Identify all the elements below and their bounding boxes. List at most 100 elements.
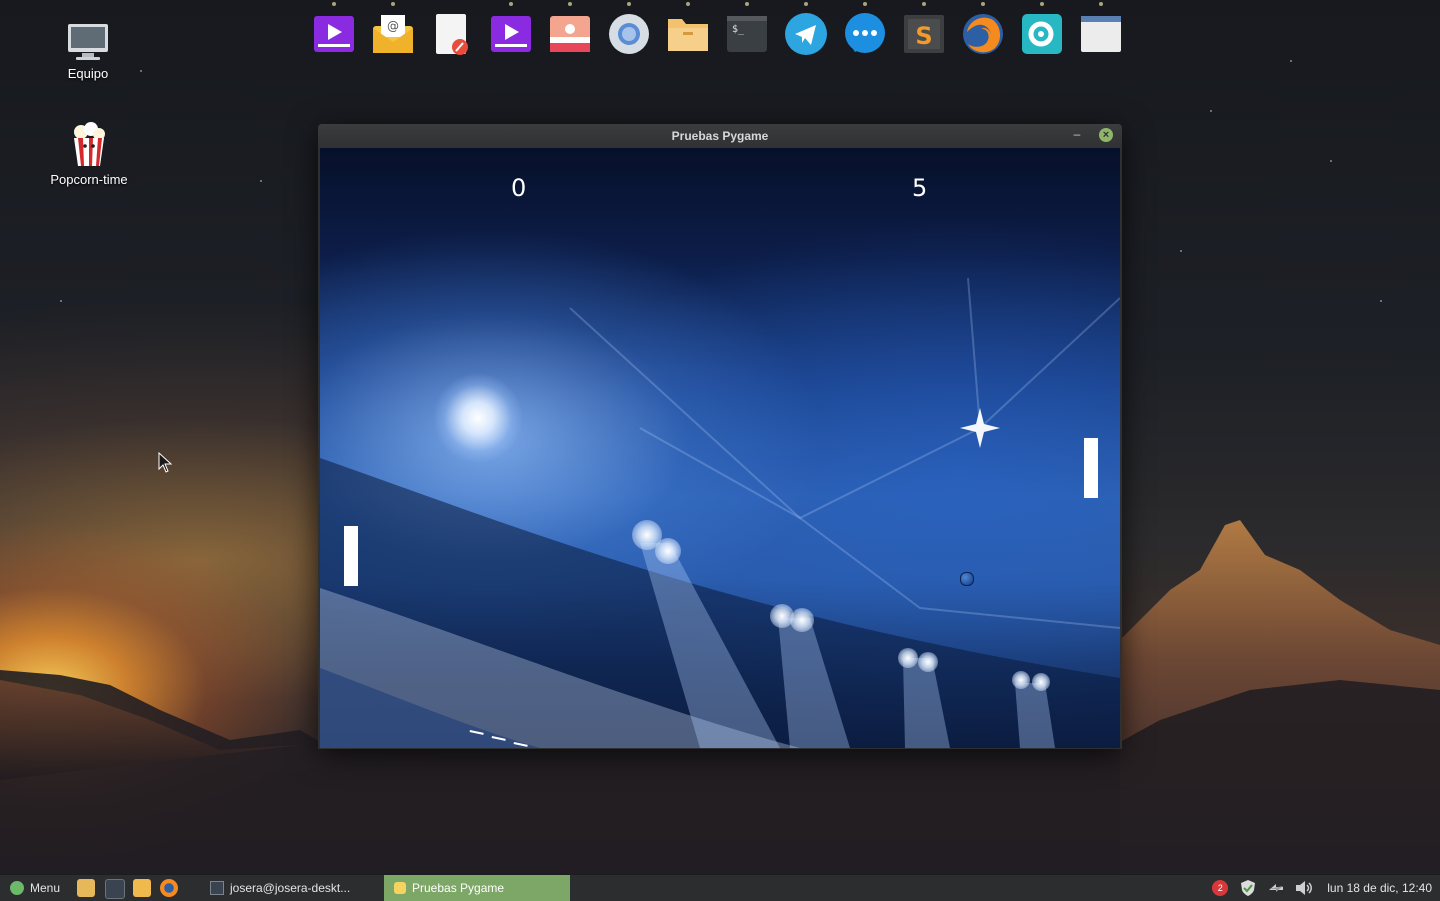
desktop-icon-equipo[interactable]: Equipo	[43, 22, 133, 81]
pygame-window[interactable]: Pruebas Pygame – × 0 5	[318, 124, 1122, 749]
shield-icon[interactable]	[1239, 879, 1257, 897]
star	[1330, 160, 1332, 162]
running-indicator	[981, 2, 985, 6]
dock-messaging[interactable]	[841, 2, 889, 58]
dock-video-player[interactable]	[310, 2, 358, 58]
terminal-launcher-icon[interactable]	[105, 879, 125, 899]
star	[260, 180, 262, 182]
terminal-icon: $_	[727, 16, 767, 52]
dock-settings[interactable]	[1018, 2, 1066, 58]
star	[1210, 110, 1212, 112]
stadium-light	[918, 652, 938, 672]
taskbar: Menu josera@josera-deskt... Pruebas Pyga…	[0, 874, 1440, 901]
score-right: 5	[912, 174, 928, 202]
clock[interactable]: lun 18 de dic, 12:40	[1327, 881, 1432, 895]
running-indicator	[332, 2, 336, 6]
running-indicator	[1099, 2, 1103, 6]
running-indicator	[509, 2, 513, 6]
running-indicator	[391, 2, 395, 6]
ball	[960, 572, 974, 586]
running-indicator	[922, 2, 926, 6]
star	[140, 70, 142, 72]
dock-image-viewer[interactable]	[546, 2, 594, 58]
game-canvas[interactable]: 0 5	[320, 148, 1120, 748]
task-label: Pruebas Pygame	[412, 881, 505, 895]
window-title: Pruebas Pygame	[671, 129, 769, 143]
video-player-icon	[314, 16, 354, 52]
running-indicator	[745, 2, 749, 6]
menu-button[interactable]: Menu	[4, 875, 66, 901]
running-indicator	[568, 2, 572, 6]
svg-text:$_: $_	[732, 24, 745, 35]
desktop: Equipo Popcorn-time @ $_ S Pruebas Pygam…	[0, 0, 1440, 874]
updates-badge: 2	[1212, 880, 1229, 896]
stadium-light	[790, 608, 814, 632]
score-left: 0	[511, 174, 527, 202]
paddle-right	[1084, 438, 1098, 498]
dock-terminal[interactable]: $_	[723, 2, 771, 58]
updates-icon[interactable]: 2	[1211, 879, 1229, 897]
svg-text:@: @	[387, 19, 399, 33]
dock-sublime-text[interactable]: S	[900, 2, 948, 58]
stadium-background	[320, 277, 1120, 748]
star	[1290, 60, 1292, 62]
menu-label: Menu	[30, 881, 61, 895]
messaging-icon	[845, 13, 885, 53]
desktop-icon-popcorn-time[interactable]: Popcorn-time	[44, 122, 134, 187]
task-label: josera@josera-deskt...	[230, 881, 351, 895]
media-player-icon	[491, 16, 531, 52]
network-icon[interactable]	[1267, 879, 1285, 897]
mail-icon: @	[373, 15, 413, 53]
window-titlebar[interactable]: Pruebas Pygame – ×	[318, 124, 1122, 148]
show-desktop-icon[interactable]	[77, 879, 95, 897]
close-button[interactable]: ×	[1099, 128, 1113, 142]
pygame-icon	[394, 882, 406, 894]
chromium-icon	[609, 14, 649, 54]
dock: @ $_ S	[310, 2, 1125, 58]
dock-text-editor[interactable]	[428, 10, 476, 58]
task-terminal[interactable]: josera@josera-deskt...	[200, 875, 382, 901]
running-indicator	[627, 2, 631, 6]
dock-media-player[interactable]	[487, 2, 535, 58]
stadium-light	[1032, 673, 1050, 691]
files-launcher-icon[interactable]	[133, 879, 151, 897]
system-tray: 2 lun 18 de dic, 12:40	[1211, 875, 1440, 901]
stadium-light	[898, 648, 918, 668]
stadium-light	[655, 538, 681, 564]
firefox-icon	[963, 14, 1003, 54]
running-indicator	[863, 2, 867, 6]
popcorn-icon	[74, 122, 105, 166]
dock-chromium[interactable]	[605, 2, 653, 58]
star	[1180, 250, 1182, 252]
image-viewer-icon	[550, 16, 590, 52]
text-editor-icon	[436, 14, 468, 55]
running-indicator	[804, 2, 808, 6]
star	[60, 300, 62, 302]
window-icon	[1081, 16, 1121, 52]
minimize-button[interactable]: –	[1070, 127, 1084, 143]
mouse-cursor-icon	[158, 452, 173, 473]
telegram-icon	[785, 13, 827, 55]
star	[1380, 300, 1382, 302]
paddle-left	[344, 526, 358, 586]
terminal-icon	[210, 881, 224, 895]
volume-icon[interactable]	[1295, 879, 1313, 897]
files-icon	[668, 19, 708, 51]
settings-icon	[1022, 14, 1062, 54]
desktop-icon-label: Equipo	[67, 66, 109, 81]
dock-window[interactable]	[1077, 2, 1125, 58]
computer-icon	[68, 24, 108, 60]
running-indicator	[686, 2, 690, 6]
dock-mail[interactable]: @	[369, 2, 417, 58]
dock-telegram[interactable]	[782, 2, 830, 58]
running-indicator	[1040, 2, 1044, 6]
firefox-launcher-icon[interactable]	[160, 879, 178, 897]
dock-files[interactable]	[664, 2, 712, 58]
dock-firefox[interactable]	[959, 2, 1007, 58]
desktop-icon-label: Popcorn-time	[50, 172, 128, 187]
sublime-text-icon: S	[904, 15, 944, 53]
stadium-light	[1012, 671, 1030, 689]
mint-menu-icon	[10, 881, 24, 895]
svg-text:S: S	[915, 22, 932, 50]
task-pruebas-pygame[interactable]: Pruebas Pygame	[384, 875, 570, 901]
